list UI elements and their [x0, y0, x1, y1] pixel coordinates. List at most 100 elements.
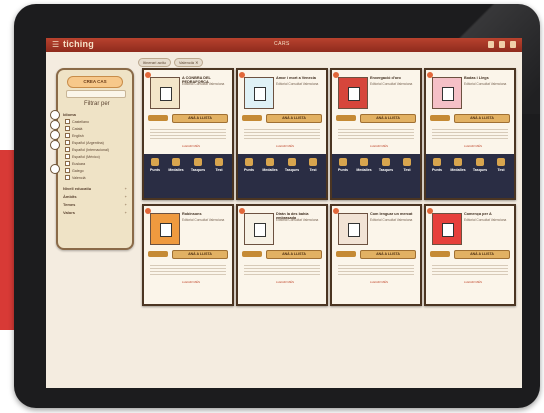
- app-logo[interactable]: tiching: [63, 39, 94, 49]
- bookmark-icon[interactable]: [488, 41, 494, 48]
- read-more-link[interactable]: LLEGIR MÉS: [182, 144, 200, 148]
- filter-chip-itinerari[interactable]: Itinerari actiu: [138, 58, 171, 67]
- app-screen: ☰ tiching CARS Itinerari actiu Valencià …: [46, 38, 522, 388]
- card-title[interactable]: Amor i mort a Venecia: [276, 76, 322, 80]
- expand-icon[interactable]: +: [125, 194, 127, 199]
- card-thumbnail[interactable]: [244, 213, 274, 245]
- read-more-link[interactable]: LLEGIR MÉS: [276, 144, 294, 148]
- read-more-link[interactable]: LLEGIR MÉS: [464, 280, 482, 284]
- filter-option[interactable]: Castellano: [65, 119, 89, 124]
- top-navbar: ☰ tiching CARS: [46, 38, 522, 52]
- read-more-link[interactable]: LLEGIR MÉS: [370, 144, 388, 148]
- read-more-link[interactable]: LLEGIR MÉS: [370, 280, 388, 284]
- stat-points: Punts: [334, 158, 352, 172]
- card-thumbnail[interactable]: [150, 213, 180, 245]
- stat-medals: Medalles: [355, 158, 373, 172]
- course-card[interactable]: Amor i mort a Venecia Editorial Consulta…: [236, 68, 328, 200]
- card-tag: [242, 251, 262, 257]
- sidebar-tab[interactable]: [50, 140, 60, 150]
- card-title[interactable]: Enxergació d'oro: [370, 76, 416, 80]
- card-subtitle: Editorial Consultat Valenciana: [464, 82, 507, 86]
- filter-section-valors[interactable]: Valors: [63, 210, 75, 215]
- notifications-icon[interactable]: [499, 41, 505, 48]
- checkbox[interactable]: [65, 119, 70, 124]
- filter-section-ambits[interactable]: Àmbits: [63, 194, 77, 199]
- filter-sidebar: CREA CAS Filtrar per Idioma Castellano C…: [50, 68, 134, 250]
- checkbox[interactable]: [65, 126, 70, 131]
- card-thumbnail[interactable]: [338, 213, 368, 245]
- card-title[interactable]: Robinsons: [182, 212, 228, 216]
- task-icon: [194, 158, 202, 166]
- checkbox[interactable]: [65, 154, 70, 159]
- sidebar-tab[interactable]: [50, 120, 60, 130]
- sidebar-tab[interactable]: [50, 130, 60, 140]
- filter-option[interactable]: Català: [65, 126, 82, 131]
- course-card[interactable]: Comença per A Editorial Consultat Valenc…: [424, 204, 516, 306]
- user-avatar-icon[interactable]: [510, 41, 516, 48]
- read-more-link[interactable]: LLEGIR MÉS: [464, 144, 482, 148]
- course-card[interactable]: Bodas i Llegs Editorial Consultat Valenc…: [424, 68, 516, 200]
- card-stats-bar: Punts Medalles Tasques Test: [238, 154, 326, 198]
- add-to-list-button[interactable]: ANÀ A LLISTA: [172, 250, 228, 259]
- filter-option[interactable]: Español (Internacional): [65, 147, 109, 152]
- read-more-link[interactable]: LLEGIR MÉS: [182, 280, 200, 284]
- thumbnail-figure: [442, 87, 454, 101]
- checkbox[interactable]: [65, 161, 70, 166]
- course-card[interactable]: Robinsons Editorial Consultat Valenciana…: [142, 204, 234, 306]
- create-case-button[interactable]: CREA CAS: [67, 76, 123, 88]
- filter-option[interactable]: Euskara: [65, 161, 85, 166]
- checkbox[interactable]: [65, 168, 70, 173]
- add-to-list-button[interactable]: ANÀ A LLISTA: [360, 250, 416, 259]
- filter-option[interactable]: Valencià: [65, 175, 86, 180]
- checkbox[interactable]: [65, 147, 70, 152]
- checkbox[interactable]: [65, 175, 70, 180]
- course-card[interactable]: Dirán la des bahía embrasada Editorial C…: [236, 204, 328, 306]
- filter-section-temes[interactable]: Temes: [63, 202, 75, 207]
- stat-tasks: Tasques: [189, 158, 207, 172]
- add-to-list-button[interactable]: ANÀ A LLISTA: [454, 250, 510, 259]
- filter-section-idioma[interactable]: Idioma: [63, 112, 76, 117]
- expand-icon[interactable]: +: [125, 210, 127, 215]
- course-card[interactable]: A CONBRA DEL PEDRAFORCA Editorial Consul…: [142, 68, 234, 200]
- card-thumbnail[interactable]: [244, 77, 274, 109]
- filter-option[interactable]: Español (Argentina): [65, 140, 104, 145]
- read-more-link[interactable]: LLEGIR MÉS: [276, 280, 294, 284]
- add-to-list-button[interactable]: ANÀ A LLISTA: [266, 250, 322, 259]
- checkbox[interactable]: [65, 140, 70, 145]
- add-to-list-button[interactable]: ANÀ A LLISTA: [360, 114, 416, 123]
- thumbnail-figure: [348, 87, 360, 101]
- card-description: [150, 127, 226, 141]
- stat-test: Test: [492, 158, 510, 172]
- course-card[interactable]: Enxergació d'oro Editorial Consultat Val…: [330, 68, 422, 200]
- expand-icon[interactable]: +: [125, 186, 127, 191]
- hamburger-menu-icon[interactable]: ☰: [52, 41, 60, 49]
- card-thumbnail[interactable]: [150, 77, 180, 109]
- card-thumbnail[interactable]: [432, 213, 462, 245]
- sidebar-tab[interactable]: [50, 164, 60, 174]
- course-card[interactable]: Com lenguar un mercat Editorial Consulta…: [330, 204, 422, 306]
- filter-option[interactable]: English: [65, 133, 84, 138]
- checkbox[interactable]: [65, 133, 70, 138]
- filter-section-nivell[interactable]: Nivell educatiu: [63, 186, 91, 191]
- card-thumbnail[interactable]: [432, 77, 462, 109]
- card-thumbnail[interactable]: [338, 77, 368, 109]
- card-description: [432, 263, 508, 277]
- thumbnail-figure: [442, 223, 454, 237]
- card-description: [338, 127, 414, 141]
- sidebar-tab[interactable]: [50, 110, 60, 120]
- filter-chip-valencia[interactable]: Valencià ✕: [173, 58, 204, 67]
- card-title[interactable]: Comença per A: [464, 212, 510, 216]
- expand-icon[interactable]: +: [125, 202, 127, 207]
- add-to-list-button[interactable]: ANÀ A LLISTA: [454, 114, 510, 123]
- points-icon: [433, 158, 441, 166]
- add-to-list-button[interactable]: ANÀ A LLISTA: [266, 114, 322, 123]
- topbar-actions: [488, 41, 516, 48]
- filter-option[interactable]: Español (México): [65, 154, 100, 159]
- add-to-list-button[interactable]: ANÀ A LLISTA: [172, 114, 228, 123]
- filter-option[interactable]: Galego: [65, 168, 84, 173]
- card-title[interactable]: Com lenguar un mercat: [370, 212, 416, 216]
- search-input[interactable]: [66, 90, 126, 98]
- medal-icon: [360, 158, 368, 166]
- card-title[interactable]: Bodas i Llegs: [464, 76, 510, 80]
- thumbnail-figure: [160, 223, 172, 237]
